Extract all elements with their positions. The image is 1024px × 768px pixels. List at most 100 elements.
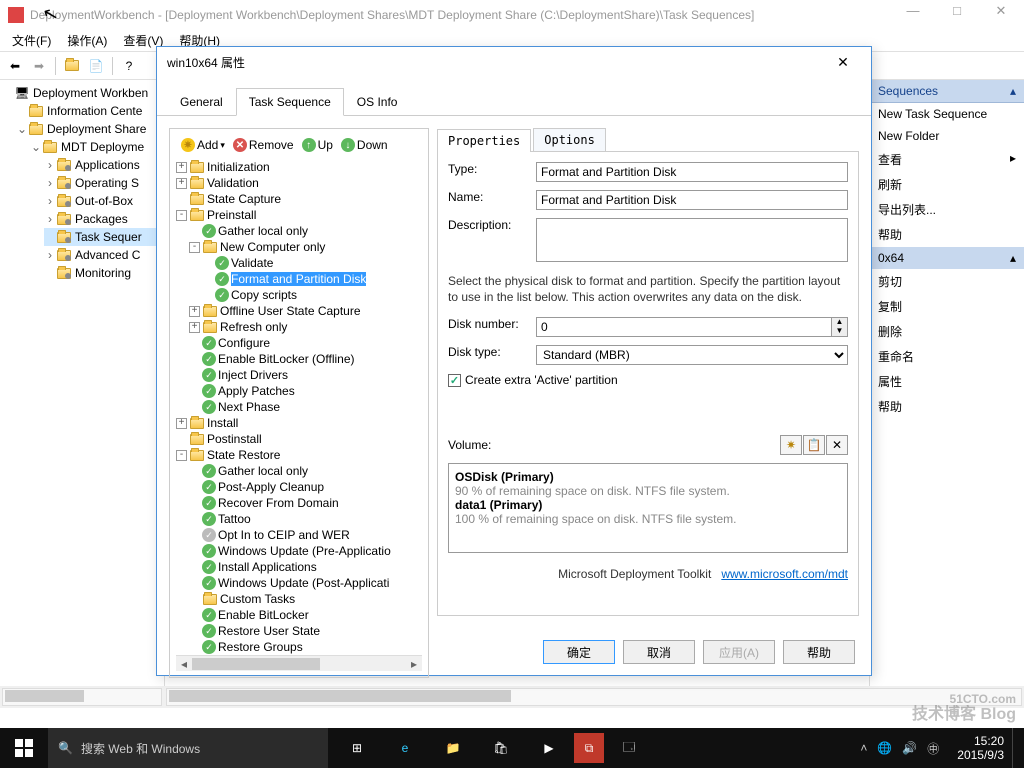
tb-export-button[interactable]: 📄 [85, 55, 107, 77]
ts-tree-node[interactable]: ✓Enable BitLocker [176, 607, 422, 623]
ts-tree-node[interactable]: ✓Windows Update (Pre-Applicatio [176, 543, 422, 559]
action-item[interactable]: New Folder [870, 125, 1024, 147]
ts-tree-node[interactable]: State Capture [176, 191, 422, 207]
tree-item[interactable]: Information Cente [47, 104, 142, 118]
ts-tree-node[interactable]: ✓Validate [176, 255, 422, 271]
horizontal-scrollbars[interactable] [0, 686, 1024, 708]
spin-down-icon[interactable]: ▼ [832, 327, 847, 336]
cancel-button[interactable]: 取消 [623, 640, 695, 664]
tree-item[interactable]: Monitoring [75, 266, 131, 280]
ts-tree-node[interactable]: ✓Windows Update (Post-Applicati [176, 575, 422, 591]
ts-tree-node[interactable]: +Refresh only [176, 319, 422, 335]
ts-tree-node[interactable]: ✓Gather local only [176, 223, 422, 239]
ts-tree-node[interactable]: ✓Restore User State [176, 623, 422, 639]
app-task-icon[interactable]: ⧉ [574, 733, 604, 763]
action-item[interactable]: 删除 [870, 319, 1024, 344]
ts-tree-node[interactable]: ✓Restore Groups [176, 639, 422, 655]
vol-new-button[interactable]: ✷ [780, 435, 802, 455]
action-item[interactable]: 帮助 [870, 222, 1024, 247]
ts-tree-node[interactable]: ✓Copy scripts [176, 287, 422, 303]
navigation-tree[interactable]: 🖥Deployment Workben Information Cente ⌄D… [0, 80, 165, 686]
ts-tree-node[interactable]: ✓Install Applications [176, 559, 422, 575]
desc-field[interactable] [536, 218, 848, 262]
volume-item[interactable]: data1 (Primary) 100 % of remaining space… [455, 498, 841, 526]
ime-icon[interactable]: ㊥ [927, 740, 939, 757]
tree-item[interactable]: Operating S [75, 176, 139, 190]
tray-up-icon[interactable]: ˄ [860, 741, 867, 755]
vol-delete-button[interactable]: ✕ [826, 435, 848, 455]
tree-root[interactable]: Deployment Workben [33, 86, 148, 100]
maximize-button[interactable]: □ [935, 0, 979, 26]
ok-button[interactable]: 确定 [543, 640, 615, 664]
tab-task-sequence[interactable]: Task Sequence [236, 88, 344, 116]
ptab-options[interactable]: Options [533, 128, 606, 151]
name-field[interactable] [536, 190, 848, 210]
tb-help-button[interactable]: ? [118, 55, 140, 77]
action-item[interactable]: 属性 [870, 369, 1024, 394]
volume-item[interactable]: OSDisk (Primary) 90 % of remaining space… [455, 470, 841, 498]
tree-item[interactable]: Applications [75, 158, 140, 172]
ts-tree-node[interactable]: ✓Gather local only [176, 463, 422, 479]
vol-props-button[interactable]: 📋 [803, 435, 825, 455]
ts-tree-node[interactable]: +Validation [176, 175, 422, 191]
action-item[interactable]: New Task Sequence [870, 103, 1024, 125]
volume-list[interactable]: OSDisk (Primary) 90 % of remaining space… [448, 463, 848, 553]
taskbar-search[interactable]: 🔍搜索 Web 和 Windows [48, 728, 328, 768]
ts-tree-node[interactable]: Custom Tasks [176, 591, 422, 607]
tb-folder-button[interactable] [61, 55, 83, 77]
remove-button[interactable]: ✕Remove [230, 137, 297, 153]
system-tray[interactable]: ˄ 🌐 🔊 ㊥ [850, 740, 949, 757]
ts-tree-node[interactable]: -State Restore [176, 447, 422, 463]
ts-tree-node[interactable]: ✓Opt In to CEIP and WER [176, 527, 422, 543]
action-item[interactable]: 剪切 [870, 269, 1024, 294]
media-icon[interactable]: ▶ [526, 728, 572, 768]
ts-tree-node[interactable]: ✓Recover From Domain [176, 495, 422, 511]
footer-link[interactable]: www.microsoft.com/mdt [721, 567, 848, 581]
ts-tree-node[interactable]: ✓Configure [176, 335, 422, 351]
tree-item[interactable]: Advanced C [75, 248, 140, 262]
task-view-icon[interactable]: ⊞ [334, 728, 380, 768]
ts-tree-node[interactable]: ✓Post-Apply Cleanup [176, 479, 422, 495]
explorer-icon[interactable]: 📁 [430, 728, 476, 768]
disk-type-select[interactable]: Standard (MBR) [536, 345, 848, 365]
action-item[interactable]: 刷新 [870, 172, 1024, 197]
edge-icon[interactable]: e [382, 728, 428, 768]
app-task-icon[interactable]: 🗔 [606, 728, 652, 768]
ts-tree-node[interactable]: ✓Inject Drivers [176, 367, 422, 383]
ts-tree-node[interactable]: +Initialization [176, 159, 422, 175]
forward-button[interactable]: ➡ [28, 55, 50, 77]
chevron-up-icon[interactable]: ▴ [1010, 251, 1016, 265]
chevron-up-icon[interactable]: ▴ [1010, 84, 1016, 98]
tree-item[interactable]: Out-of-Box [75, 194, 133, 208]
down-button[interactable]: ↓Down [338, 137, 391, 153]
start-button[interactable] [0, 728, 48, 768]
up-button[interactable]: ↑Up [299, 137, 336, 153]
taskbar-clock[interactable]: 15:20 2015/9/3 [949, 734, 1012, 763]
action-item[interactable]: 复制 [870, 294, 1024, 319]
add-button[interactable]: ✷Add▾ [178, 137, 228, 153]
ts-tree-node[interactable]: -Preinstall [176, 207, 422, 223]
ts-tree-node[interactable]: +Offline User State Capture [176, 303, 422, 319]
ts-tree-node[interactable]: ✓Format and Partition Disk [176, 271, 422, 287]
ts-tree-node[interactable]: ✓Enable BitLocker (Offline) [176, 351, 422, 367]
taskbar[interactable]: 🔍搜索 Web 和 Windows ⊞ e 📁 🛍 ▶ ⧉ 🗔 ˄ 🌐 🔊 ㊥ … [0, 728, 1024, 768]
menu-action[interactable]: 操作(A) [59, 30, 115, 51]
apply-button[interactable]: 应用(A) [703, 640, 775, 664]
ts-tree-node[interactable]: Postinstall [176, 431, 422, 447]
tab-os-info[interactable]: OS Info [344, 88, 411, 116]
menu-file[interactable]: 文件(F) [4, 30, 59, 51]
ptab-properties[interactable]: Properties [437, 129, 531, 152]
back-button[interactable]: ⬅ [4, 55, 26, 77]
task-sequence-tree[interactable]: +Initialization+ValidationState Capture-… [176, 159, 422, 655]
ts-tree-node[interactable]: ✓Tattoo [176, 511, 422, 527]
volume-icon[interactable]: 🔊 [902, 741, 917, 755]
ts-tree-node[interactable]: ✓Apply Patches [176, 383, 422, 399]
disk-number-stepper[interactable]: ▲▼ [536, 317, 848, 337]
action-item[interactable]: 帮助 [870, 394, 1024, 419]
tree-item-selected[interactable]: Task Sequer [75, 230, 142, 244]
tab-general[interactable]: General [167, 88, 236, 116]
create-active-checkbox[interactable]: ✓Create extra 'Active' partition [448, 373, 848, 387]
ts-tree-node[interactable]: -New Computer only [176, 239, 422, 255]
dialog-close-button[interactable]: ✕ [825, 49, 861, 75]
ts-tree-node[interactable]: +Install [176, 415, 422, 431]
